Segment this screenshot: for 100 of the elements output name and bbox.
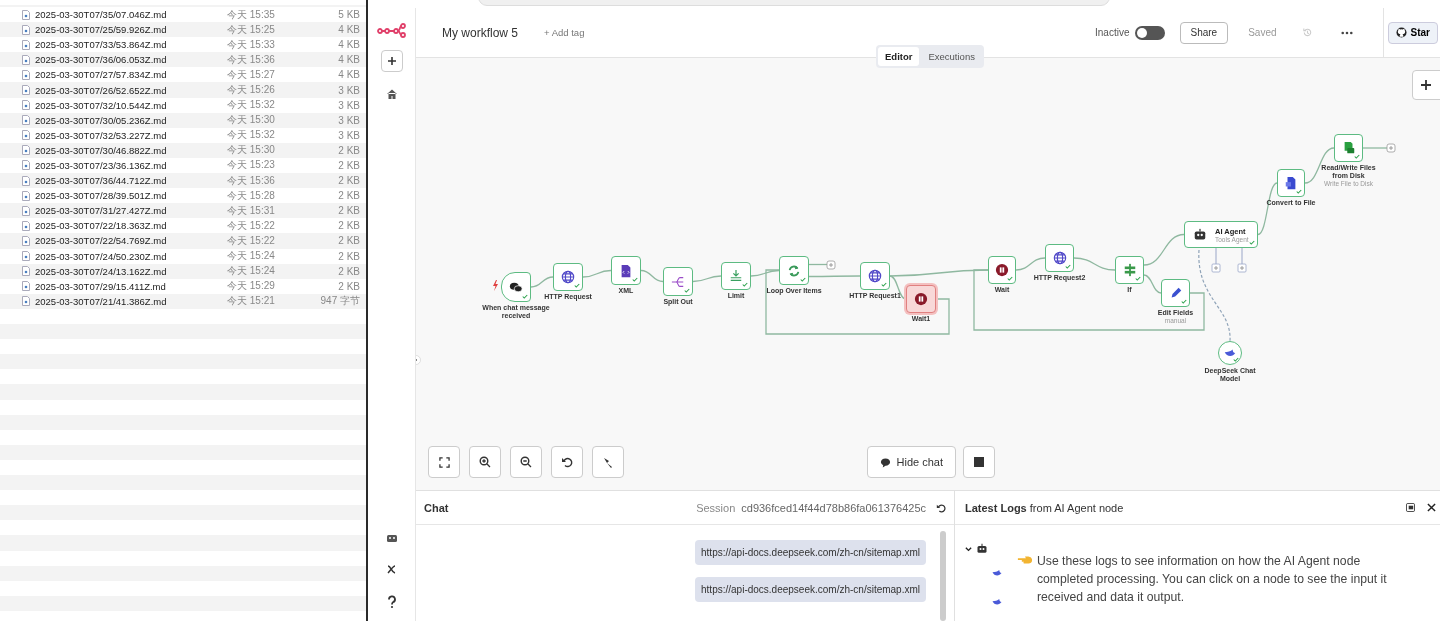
chevron-icon[interactable] — [965, 545, 972, 553]
check-icon — [684, 288, 690, 293]
hide-chat-button[interactable]: Hide chat — [866, 446, 956, 478]
robot-icon[interactable] — [976, 543, 988, 555]
file-name[interactable]: 2025-03-30T07/24/13.162Z.md — [35, 265, 227, 277]
templates-icon[interactable] — [385, 533, 398, 543]
connection-line — [640, 269, 664, 283]
file-name[interactable]: 2025-03-30T07/32/53.227Z.md — [35, 129, 227, 141]
file-size: 3 KB — [338, 114, 360, 126]
file-name[interactable]: 2025-03-30T07/23/36.136Z.md — [35, 160, 227, 171]
check-icon — [1007, 276, 1013, 281]
workflow-node[interactable] — [663, 267, 693, 296]
workflow-node[interactable] — [860, 262, 890, 290]
zoom-in-button[interactable] — [469, 446, 501, 478]
file-size: 2 KB — [338, 265, 360, 277]
undo-button[interactable] — [551, 446, 583, 478]
add-node-icon[interactable] — [826, 260, 836, 270]
add-node-button[interactable] — [1412, 70, 1440, 100]
popout-icon[interactable] — [1406, 503, 1415, 512]
workflow-name[interactable]: My workflow 5 — [442, 25, 518, 40]
robot-icon — [1193, 227, 1207, 242]
add-node-icon[interactable] — [1211, 263, 1221, 273]
file-icon — [22, 160, 30, 171]
file-icon — [22, 85, 30, 95]
file-size: 2 KB — [338, 175, 360, 187]
workflow-node[interactable] — [1045, 244, 1074, 272]
fit-view-button[interactable] — [428, 446, 460, 478]
workflow-node[interactable] — [553, 263, 583, 291]
file-date: 今天 15:26 — [227, 83, 276, 97]
file-date: 今天 15:32 — [227, 128, 276, 143]
file-name[interactable]: 2025-03-30T07/31/27.427Z.md — [35, 205, 227, 217]
more-icon[interactable] — [1340, 30, 1353, 35]
workflow-node[interactable] — [1334, 134, 1363, 162]
file-size: 2 KB — [338, 280, 360, 292]
workflow-node[interactable] — [721, 262, 751, 290]
connection-line — [1362, 147, 1388, 149]
home-icon[interactable] — [385, 88, 398, 100]
chat-message: https://api-docs.deepseek.com/zh-cn/sitemap.xml — [695, 577, 926, 602]
add-tag-link[interactable]: + Add tag — [544, 27, 585, 38]
help-icon[interactable] — [385, 595, 398, 609]
add-node-icon[interactable] — [1237, 263, 1247, 273]
file-name[interactable]: 2025-03-30T07/36/06.053Z.md — [35, 54, 227, 66]
workflow-node[interactable] — [1277, 169, 1305, 197]
workflow-node[interactable] — [611, 256, 641, 285]
pause-icon — [914, 292, 928, 306]
file-name[interactable]: 2025-03-30T07/22/54.769Z.md — [35, 235, 227, 247]
file-name[interactable]: 2025-03-30T07/28/39.501Z.md — [35, 190, 227, 202]
share-button[interactable]: Share — [1179, 21, 1229, 44]
file-name[interactable]: 2025-03-30T07/26/52.652Z.md — [35, 84, 227, 96]
workflow-node[interactable] — [501, 272, 531, 302]
scrollbar[interactable] — [940, 531, 946, 621]
add-node-icon[interactable] — [1386, 143, 1396, 153]
active-toggle[interactable] — [1134, 25, 1165, 40]
workflow-node[interactable] — [779, 256, 809, 285]
file-size: 2 KB — [338, 235, 360, 247]
limit-icon — [729, 269, 743, 283]
file-name[interactable]: 2025-03-30T07/22/18.363Z.md — [35, 220, 227, 232]
reset-session-icon[interactable] — [936, 502, 946, 513]
zoom-out-button[interactable] — [510, 446, 542, 478]
stop-button[interactable] — [963, 446, 995, 478]
close-icon[interactable] — [1427, 503, 1436, 512]
view-tab[interactable]: Editor — [878, 47, 920, 66]
file-size: 2 KB — [338, 144, 360, 156]
save-status: Saved — [1248, 27, 1277, 38]
variables-icon[interactable] — [385, 563, 398, 575]
plus-icon — [386, 56, 397, 66]
file-name[interactable]: 2025-03-30T07/32/10.544Z.md — [35, 99, 227, 111]
add-button[interactable] — [380, 50, 403, 72]
file-icon — [22, 296, 30, 307]
logo-icon[interactable] — [376, 22, 407, 38]
workflow-node[interactable] — [906, 285, 936, 313]
session-label: Session — [696, 501, 736, 514]
file-name[interactable]: 2025-03-30T07/27/57.834Z.md — [35, 69, 227, 81]
workflow-node[interactable] — [1115, 256, 1144, 284]
github-star-button[interactable]: Star — [1387, 21, 1438, 44]
file-name[interactable]: 2025-03-30T07/25/59.926Z.md — [35, 24, 227, 36]
file-icon — [22, 175, 30, 186]
file-name[interactable]: 2025-03-30T07/21/41.386Z.md — [35, 295, 227, 307]
file-name[interactable]: 2025-03-30T07/35/07.046Z.md — [35, 9, 227, 21]
file-name[interactable]: 2025-03-30T07/36/44.712Z.md — [35, 175, 227, 187]
split-icon — [671, 274, 685, 289]
view-tab[interactable]: Executions — [921, 47, 982, 66]
workflow-node[interactable] — [1218, 341, 1242, 365]
file-icon — [22, 235, 30, 246]
file-date: 今天 15:35 — [227, 7, 276, 22]
file-icon — [22, 9, 30, 20]
file-icon — [22, 220, 30, 231]
file-name[interactable]: 2025-03-30T07/30/05.236Z.md — [35, 114, 227, 126]
connection-line — [1143, 233, 1185, 266]
file-name[interactable]: 2025-03-30T07/29/15.411Z.md — [35, 280, 227, 292]
file-name[interactable]: 2025-03-30T07/24/50.230Z.md — [35, 250, 227, 262]
file-date: 今天 15:21 — [227, 294, 276, 309]
zoom-in-icon — [479, 456, 491, 468]
workflow-node[interactable] — [1161, 279, 1190, 307]
file-date: 今天 15:27 — [227, 67, 276, 82]
file-name[interactable]: 2025-03-30T07/33/53.864Z.md — [35, 39, 227, 51]
file-icon — [22, 54, 30, 65]
globe-icon — [868, 269, 882, 283]
workflow-node[interactable] — [988, 256, 1016, 284]
file-name[interactable]: 2025-03-30T07/30/46.882Z.md — [35, 144, 227, 156]
